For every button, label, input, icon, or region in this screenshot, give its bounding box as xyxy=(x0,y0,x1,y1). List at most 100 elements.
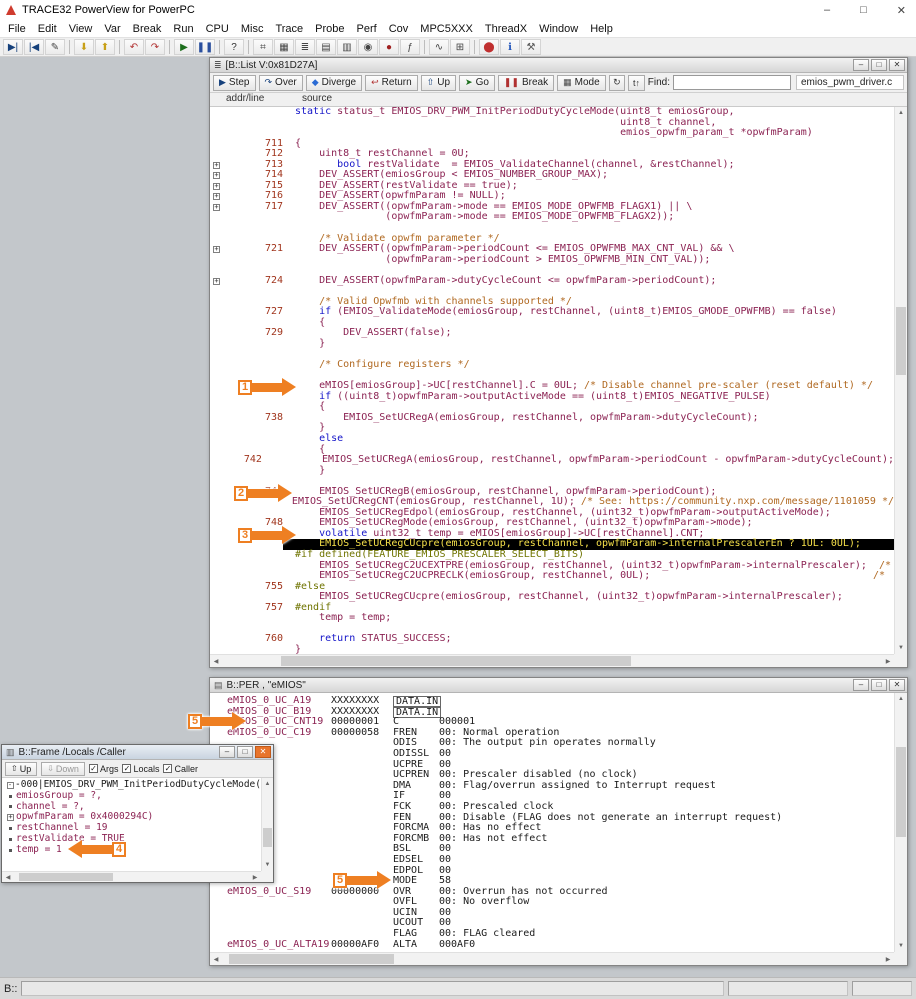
menu-break[interactable]: Break xyxy=(127,22,168,36)
edit-source-icon[interactable]: ✎ xyxy=(45,39,65,55)
help-icon[interactable]: ? xyxy=(224,39,244,55)
system-icon[interactable]: ⊞ xyxy=(450,39,470,55)
per-row[interactable]: FCK00: Prescaled clock xyxy=(227,802,894,813)
per-row[interactable]: OVFL00: No overflow xyxy=(227,897,894,908)
menu-cpu[interactable]: CPU xyxy=(200,22,235,36)
per-row[interactable]: eMIOS_0_UC_CNT1900000001C000001 xyxy=(227,717,894,728)
menu-probe[interactable]: Probe xyxy=(309,22,350,36)
break-button[interactable]: ❚❚Break xyxy=(498,75,554,91)
symbols-icon[interactable]: ƒ xyxy=(400,39,420,55)
scroll-down-icon[interactable]: ▼ xyxy=(895,642,907,654)
per-row[interactable]: IF00 xyxy=(227,791,894,802)
code-line[interactable]: else xyxy=(210,434,894,445)
step-into-icon[interactable]: ▶| xyxy=(3,39,23,55)
code-line[interactable]: (opwfmParam->mode == EMIOS_MODE_OPWFMB_F… xyxy=(210,212,894,223)
expand-icon[interactable]: + xyxy=(210,170,223,181)
per-row[interactable]: FORCMB00: Has not effect xyxy=(227,834,894,845)
scroll-down-icon[interactable]: ▼ xyxy=(262,859,273,871)
list-icon[interactable]: ≣ xyxy=(295,39,315,55)
scroll-track[interactable] xyxy=(262,790,273,859)
expand-icon[interactable]: + xyxy=(210,160,223,171)
per-vertical-scrollbar[interactable]: ▲ ▼ xyxy=(894,693,907,952)
scroll-up-icon[interactable]: ▲ xyxy=(262,778,273,790)
go-button[interactable]: ➤Go xyxy=(459,75,495,91)
per-row[interactable]: BSL00 xyxy=(227,844,894,855)
breakpoints-icon[interactable]: ● xyxy=(379,39,399,55)
menu-help[interactable]: Help xyxy=(584,22,619,36)
scroll-left-icon[interactable]: ◀ xyxy=(210,658,222,665)
scroll-up-icon[interactable]: ▲ xyxy=(895,107,907,119)
dump-icon[interactable]: ▤ xyxy=(316,39,336,55)
per-row[interactable]: FORCMA00: Has no effect xyxy=(227,823,894,834)
expand-icon[interactable]: + xyxy=(5,812,16,823)
frame-row[interactable]: temp = 1 xyxy=(5,845,261,856)
frame-icon[interactable]: ▥ xyxy=(337,39,357,55)
load-down-icon[interactable]: ⬇ xyxy=(74,39,94,55)
checkbox-args[interactable]: ✓Args xyxy=(89,764,119,774)
per-row[interactable]: FEN00: Disable (FLAG does not generate a… xyxy=(227,813,894,824)
per-horizontal-scrollbar[interactable]: ◀ ▶ xyxy=(210,952,894,965)
resize-grip[interactable] xyxy=(261,871,273,882)
return-button[interactable]: ↩Return xyxy=(365,75,418,91)
code-line[interactable]: 742 EMIOS_SetUCRegA(emiosGroup, restChan… xyxy=(210,455,894,466)
code-line[interactable]: (opwfmParam->periodCount > EMIOS_OPWFMB_… xyxy=(210,255,894,266)
minimize-button[interactable]: – xyxy=(853,59,869,71)
scroll-thumb[interactable] xyxy=(263,828,272,847)
code-line[interactable]: /* Configure registers */ xyxy=(210,360,894,371)
menu-window[interactable]: Window xyxy=(533,22,584,36)
code-line[interactable]: temp = temp; xyxy=(210,613,894,624)
maximize-button[interactable]: □ xyxy=(860,4,867,17)
code-line[interactable]: static status_t EMIOS_DRV_PWM_InitPeriod… xyxy=(210,107,894,118)
menu-var[interactable]: Var xyxy=(98,22,126,36)
expand-icon[interactable]: + xyxy=(210,276,223,287)
trace-icon[interactable]: ∿ xyxy=(429,39,449,55)
menu-edit[interactable]: Edit xyxy=(32,22,63,36)
expand-icon[interactable]: + xyxy=(210,191,223,202)
scroll-right-icon[interactable]: ▶ xyxy=(882,956,894,963)
scroll-up-icon[interactable]: ▲ xyxy=(895,693,907,705)
scroll-left-icon[interactable]: ◀ xyxy=(210,956,222,963)
code-line[interactable]: emios_opwfm_param_t *opwfmParam) xyxy=(210,128,894,139)
redo-icon[interactable]: ↷ xyxy=(145,39,165,55)
close-button[interactable]: ✕ xyxy=(889,679,905,691)
menu-run[interactable]: Run xyxy=(167,22,199,36)
maximize-button[interactable]: □ xyxy=(871,59,887,71)
stop-icon[interactable]: ⬤ xyxy=(479,39,499,55)
scroll-thumb[interactable] xyxy=(281,656,631,666)
per-row[interactable]: eMIOS_0_UC_B19XXXXXXXXDATA.IN xyxy=(227,707,894,718)
per-row[interactable]: ODISSL00 xyxy=(227,749,894,760)
break-icon[interactable]: ❚❚ xyxy=(195,39,215,55)
info-icon[interactable]: ℹ xyxy=(500,39,520,55)
maximize-button[interactable]: □ xyxy=(237,746,253,758)
checkbox-locals[interactable]: ✓Locals xyxy=(122,764,159,774)
resize-grip[interactable] xyxy=(894,952,907,965)
list-vertical-scrollbar[interactable]: ▲ ▼ xyxy=(894,107,907,654)
scroll-track[interactable] xyxy=(895,705,907,940)
scroll-track[interactable] xyxy=(222,655,882,667)
per-row[interactable]: DMA00: Flag/overrun assigned to Interrup… xyxy=(227,781,894,792)
command-input[interactable] xyxy=(21,981,724,996)
menu-perf[interactable]: Perf xyxy=(351,22,383,36)
minimize-button[interactable]: – xyxy=(824,4,830,17)
list-window-titlebar[interactable]: ≣ [B::List V:0x81D27A] – □ ✕ xyxy=(210,58,907,73)
up-button[interactable]: ⇧Up xyxy=(421,75,456,91)
code-line[interactable]: +724 DEV_ASSERT(opwfmParam->dutyCycleCou… xyxy=(210,276,894,287)
code-line[interactable]: #if defined(FEATURE_EMIOS_PRESCALER_SELE… xyxy=(210,550,894,561)
menu-cov[interactable]: Cov xyxy=(383,22,415,36)
menu-view[interactable]: View xyxy=(63,22,99,36)
per-row[interactable]: EDSEL00 xyxy=(227,855,894,866)
close-button[interactable]: ✕ xyxy=(255,746,271,758)
code-line[interactable]: 760 return STATUS_SUCCESS; xyxy=(210,634,894,645)
step-back-icon[interactable]: |◀ xyxy=(24,39,44,55)
scroll-thumb[interactable] xyxy=(896,307,906,375)
find-input[interactable] xyxy=(673,75,791,90)
scroll-thumb[interactable] xyxy=(19,873,113,881)
scroll-track[interactable] xyxy=(895,119,907,642)
menu-misc[interactable]: Misc xyxy=(235,22,270,36)
frame-horizontal-scrollbar[interactable]: ◀ ▶ xyxy=(2,871,261,882)
menu-trace[interactable]: Trace xyxy=(269,22,309,36)
expand-icon[interactable]: + xyxy=(210,202,223,213)
expand-icon[interactable]: + xyxy=(210,244,223,255)
tools-icon[interactable]: ⚒ xyxy=(521,39,541,55)
minimize-button[interactable]: – xyxy=(219,746,235,758)
